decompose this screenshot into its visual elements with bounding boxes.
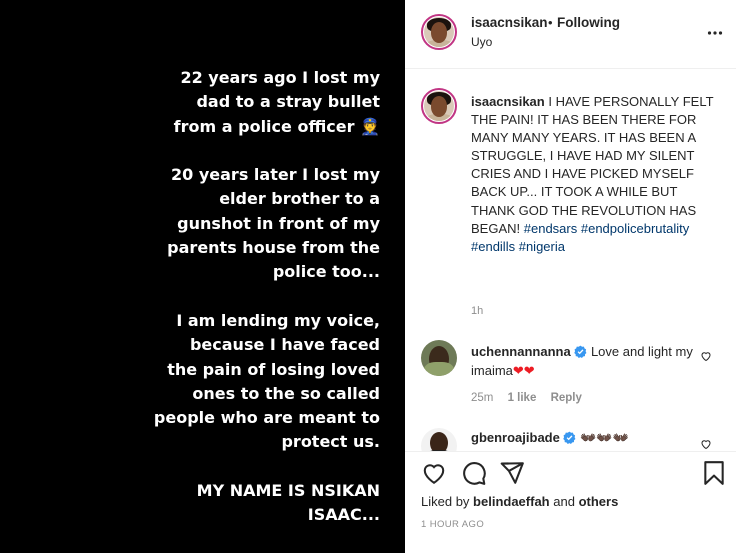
post-caption: isaacnsikan I HAVE PERSONALLY FELT THE P… bbox=[471, 93, 719, 256]
verified-badge-icon bbox=[574, 345, 587, 358]
liked-by-others[interactable]: others bbox=[579, 494, 619, 509]
caption-avatar[interactable] bbox=[421, 88, 457, 124]
story-paragraph-1: 22 years ago I lost my dad to a stray bu… bbox=[20, 66, 380, 139]
story-line: dad to a stray bullet bbox=[196, 92, 380, 112]
story-line: gunshot in front of my bbox=[177, 213, 380, 233]
share-icon[interactable] bbox=[499, 460, 525, 486]
story-line: parents house from the bbox=[167, 238, 380, 258]
comment-icon[interactable] bbox=[461, 460, 487, 486]
post-panel: isaacnsikan • Following Uyo isaacnsikan … bbox=[405, 0, 736, 553]
liked-by-text: Liked by belindaeffah and others bbox=[421, 494, 618, 509]
story-line: MY NAME IS NSIKAN bbox=[196, 481, 380, 501]
liked-by-and: and bbox=[553, 494, 575, 509]
verified-badge-icon bbox=[563, 431, 576, 444]
story-paragraph-3: I am lending my voice, because I have fa… bbox=[20, 309, 380, 455]
hashtag-link[interactable]: #endills bbox=[471, 239, 515, 254]
comment: gbenroajibade 👐🏿👐🏿👐🏿 bbox=[471, 430, 629, 446]
story-line: protect us. bbox=[281, 432, 380, 452]
story-line: 20 years later I lost my bbox=[171, 165, 380, 185]
comment-username[interactable]: gbenroajibade bbox=[471, 430, 560, 445]
story-text: 22 years ago I lost my dad to a stray bu… bbox=[20, 66, 380, 552]
story-paragraph-4: MY NAME IS NSIKAN ISAAC... bbox=[20, 479, 380, 528]
story-line: I am lending my voice, bbox=[176, 310, 380, 330]
liked-by-user[interactable]: belindaeffah bbox=[473, 494, 550, 509]
hashtag-link[interactable]: #nigeria bbox=[519, 239, 565, 254]
story-line: from a police officer 👮 bbox=[173, 116, 380, 136]
comment: uchennannanna Love and light my imaima❤❤ bbox=[471, 343, 711, 380]
comment-time[interactable]: 25m bbox=[471, 392, 493, 404]
author-username[interactable]: isaacnsikan bbox=[471, 15, 548, 30]
comment-like-heart-icon[interactable] bbox=[700, 438, 712, 450]
heart-icon[interactable] bbox=[421, 460, 447, 486]
story-line: the pain of losing loved bbox=[167, 359, 380, 379]
story-line: people who are meant to bbox=[153, 408, 380, 428]
comment-emoji: 👐🏿👐🏿👐🏿 bbox=[580, 430, 629, 445]
story-line: police too... bbox=[272, 262, 380, 282]
comment-like-heart-icon[interactable] bbox=[700, 350, 712, 362]
more-options-icon[interactable] bbox=[707, 25, 723, 41]
location-link[interactable]: Uyo bbox=[471, 35, 492, 49]
heart-emoji: ❤❤ bbox=[512, 362, 535, 378]
story-line: elder brother to a bbox=[219, 189, 380, 209]
comment-likes[interactable]: 1 like bbox=[508, 392, 537, 404]
story-line: because I have faced bbox=[189, 335, 380, 355]
story-line: 22 years ago I lost my bbox=[180, 68, 380, 87]
story-line: ISAAC... bbox=[307, 505, 380, 525]
bookmark-icon[interactable] bbox=[701, 460, 727, 486]
caption-timestamp[interactable]: 1h bbox=[471, 305, 483, 317]
caption-username[interactable]: isaacnsikan bbox=[471, 94, 545, 109]
commenter-avatar[interactable] bbox=[421, 340, 457, 376]
post-header: isaacnsikan • Following Uyo bbox=[405, 0, 736, 69]
hashtag-link[interactable]: #endsars bbox=[524, 221, 577, 236]
liked-by-prefix: Liked by bbox=[421, 494, 470, 509]
comment-meta: 25m 1 like Reply bbox=[471, 392, 593, 404]
author-avatar[interactable] bbox=[421, 14, 457, 50]
post-media[interactable]: 22 years ago I lost my dad to a stray bu… bbox=[0, 0, 405, 553]
comment-username[interactable]: uchennannanna bbox=[471, 344, 571, 359]
separator-dot: • bbox=[548, 15, 553, 30]
following-button[interactable]: Following bbox=[557, 15, 620, 30]
hashtag-link[interactable]: #endpolicebrutality bbox=[581, 221, 689, 236]
story-paragraph-2: 20 years later I lost my elder brother t… bbox=[20, 163, 380, 284]
story-line: ones to the so called bbox=[192, 383, 380, 403]
post-timestamp[interactable]: 1 HOUR AGO bbox=[421, 519, 484, 530]
post-actions: Liked by belindaeffah and others 1 HOUR … bbox=[405, 451, 736, 553]
reply-button[interactable]: Reply bbox=[551, 392, 582, 404]
caption-text: I HAVE PERSONALLY FELT THE PAIN! IT HAS … bbox=[471, 94, 714, 236]
